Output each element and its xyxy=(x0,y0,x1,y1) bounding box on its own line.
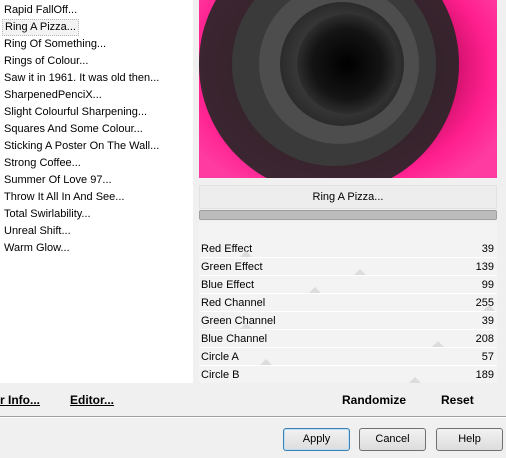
filter-item-selected[interactable]: Ring A Pizza... xyxy=(2,19,79,36)
param-slider-row[interactable]: Green Effect 139 xyxy=(199,258,497,276)
filter-item[interactable]: Throw It All In And See... xyxy=(4,189,124,206)
param-label: Circle B xyxy=(201,369,240,381)
param-value: 39 xyxy=(481,243,494,255)
param-label: Green Channel xyxy=(201,315,276,327)
filter-item[interactable]: Ring Of Something... xyxy=(4,36,106,53)
param-slider-row[interactable]: Blue Channel 208 xyxy=(199,330,497,348)
filter-item[interactable]: Rings of Colour... xyxy=(4,53,88,70)
param-slider-row[interactable]: Circle B 189 xyxy=(199,366,497,384)
param-slider-row[interactable]: Red Effect 39 xyxy=(199,240,497,258)
filter-list[interactable]: Rapid FallOff... Ring A Pizza... Ring Of S… xyxy=(0,0,193,383)
reset-button[interactable]: Reset xyxy=(441,393,474,407)
param-slider-row[interactable]: Red Channel 255 xyxy=(199,294,497,312)
param-value: 139 xyxy=(475,261,494,273)
filter-item[interactable]: Summer Of Love 97... xyxy=(4,172,112,189)
progress-fill xyxy=(200,211,496,219)
filter-item[interactable]: Warm Glow... xyxy=(4,240,70,257)
apply-button[interactable]: Apply xyxy=(283,428,350,451)
param-slider-row[interactable]: Circle A 57 xyxy=(199,348,497,366)
slider-thumb[interactable] xyxy=(260,359,272,365)
param-label: Red Channel xyxy=(201,297,266,309)
filter-item[interactable]: Unreal Shift... xyxy=(4,223,71,240)
slider-thumb[interactable] xyxy=(309,287,321,293)
slider-thumb[interactable] xyxy=(240,323,252,329)
ring-core xyxy=(297,14,397,114)
filter-item[interactable]: SharpenedPenciX... xyxy=(4,87,102,104)
slider-thumb[interactable] xyxy=(240,251,252,257)
param-label: Blue Effect xyxy=(201,279,254,291)
effect-preview xyxy=(199,0,497,178)
param-label: Green Effect xyxy=(201,261,263,273)
randomize-button[interactable]: Randomize xyxy=(342,393,406,407)
param-value: 57 xyxy=(481,351,494,363)
slider-thumb[interactable] xyxy=(432,341,444,347)
filter-item[interactable]: Total Swirlability... xyxy=(4,206,91,223)
filter-item[interactable]: Saw it in 1961. It was old then... xyxy=(4,70,159,87)
param-value: 208 xyxy=(475,333,494,345)
cancel-button[interactable]: Cancel xyxy=(359,428,426,451)
help-button[interactable]: Help xyxy=(436,428,503,451)
filter-action-bar: Randomize Reset xyxy=(199,383,497,412)
param-slider-row[interactable]: Blue Effect 99 xyxy=(199,276,497,294)
parameter-sliders: Red Effect 39 Green Effect 139 Blue Effect 99… xyxy=(199,222,497,384)
param-value: 39 xyxy=(481,315,494,327)
divider-highlight xyxy=(0,417,506,418)
editor-button[interactable]: Editor... xyxy=(70,393,114,407)
filter-name-label: Ring A Pizza... xyxy=(199,185,497,209)
param-value: 99 xyxy=(481,279,494,291)
param-value: 189 xyxy=(475,369,494,381)
slider-thumb[interactable] xyxy=(354,269,366,275)
progress-bar xyxy=(199,210,497,220)
param-slider-row[interactable]: Green Channel 39 xyxy=(199,312,497,330)
filter-item[interactable]: Sticking A Poster On The Wall... xyxy=(4,138,159,155)
filter-item[interactable]: Slight Colourful Sharpening... xyxy=(4,104,147,121)
info-button[interactable]: r Info... xyxy=(0,393,40,407)
param-label: Blue Channel xyxy=(201,333,268,345)
filter-item[interactable]: Rapid FallOff... xyxy=(4,2,77,19)
param-label: Circle A xyxy=(201,351,239,363)
filter-item[interactable]: Squares And Some Colour... xyxy=(4,121,143,138)
slider-thumb[interactable] xyxy=(483,305,495,311)
filter-item[interactable]: Strong Coffee... xyxy=(4,155,81,172)
